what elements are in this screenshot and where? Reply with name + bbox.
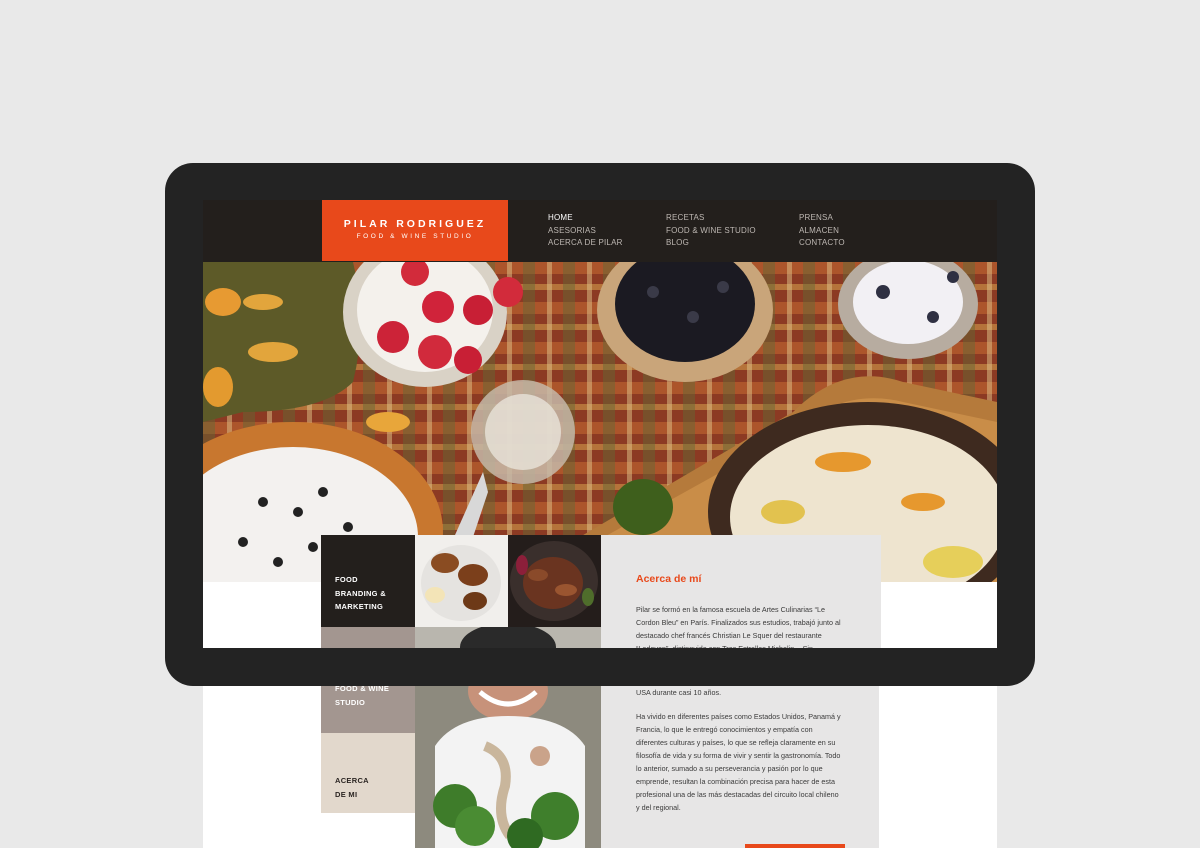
nav-column-1: HOME ASESORIAS ACERCA DE PILAR	[548, 212, 623, 250]
hero-food-photo	[203, 262, 997, 582]
menu-item-about-label: ACERCA DE MI	[335, 776, 369, 799]
about-paragraph-2: Ha vivido en diferentes países como Esta…	[636, 712, 841, 812]
nav-asesorias[interactable]: ASESORIAS	[548, 225, 623, 238]
content-section: FOOD BRANDING & MARKETING Acerca de mí P…	[321, 535, 881, 648]
website-screen: PILAR RODRIGUEZ FOOD & WINE STUDIO HOME …	[203, 200, 997, 648]
nav-recetas[interactable]: RECETAS	[666, 212, 756, 225]
nav-blog[interactable]: BLOG	[666, 237, 756, 250]
dish-photo-1	[415, 535, 508, 627]
portrait-photo	[415, 627, 601, 648]
menu-item-about[interactable]: ACERCA DE MI	[321, 733, 415, 813]
read-more-button[interactable]	[745, 844, 845, 848]
about-paragraph-1: Pilar se formó en la famosa escuela de A…	[636, 605, 841, 648]
site-header: PILAR RODRIGUEZ FOOD & WINE STUDIO HOME …	[203, 200, 997, 262]
page-lower-section: FOOD & WINE STUDIO ACERCA DE MI USA dura…	[321, 684, 879, 848]
logo-subtitle: FOOD & WINE STUDIO	[356, 233, 474, 240]
dish-photo-2	[508, 535, 601, 627]
logo-name: PILAR RODRIGUEZ	[343, 218, 487, 230]
nav-prensa[interactable]: PRENSA	[799, 212, 845, 225]
logo[interactable]: PILAR RODRIGUEZ FOOD & WINE STUDIO	[322, 200, 508, 261]
nav-contacto[interactable]: CONTACTO	[799, 237, 845, 250]
about-paragraph-1-tail: USA durante casi 10 años.	[636, 688, 722, 697]
nav-column-3: PRENSA ALMACEN CONTACTO	[799, 212, 845, 250]
nav-home[interactable]: HOME	[548, 212, 623, 225]
about-panel-lower: USA durante casi 10 años. Ha vivido en d…	[601, 686, 879, 848]
menu-item-studio-label: FOOD & WINE STUDIO	[335, 684, 390, 707]
about-title: Acerca de mí	[636, 573, 702, 585]
menu-item-studio[interactable]	[321, 627, 415, 648]
menu-item-studio-lower[interactable]: FOOD & WINE STUDIO	[321, 684, 415, 733]
about-panel: Acerca de mí Pilar se formó en la famosa…	[601, 535, 881, 648]
nav-food-wine-studio[interactable]: FOOD & WINE STUDIO	[666, 225, 756, 238]
menu-item-branding[interactable]: FOOD BRANDING & MARKETING	[321, 535, 415, 627]
portrait-photo-lower	[415, 686, 601, 848]
menu-item-branding-label: FOOD BRANDING & MARKETING	[335, 575, 386, 611]
nav-acerca-de-pilar[interactable]: ACERCA DE PILAR	[548, 237, 623, 250]
nav-column-2: RECETAS FOOD & WINE STUDIO BLOG	[666, 212, 756, 250]
nav-almacen[interactable]: ALMACEN	[799, 225, 845, 238]
